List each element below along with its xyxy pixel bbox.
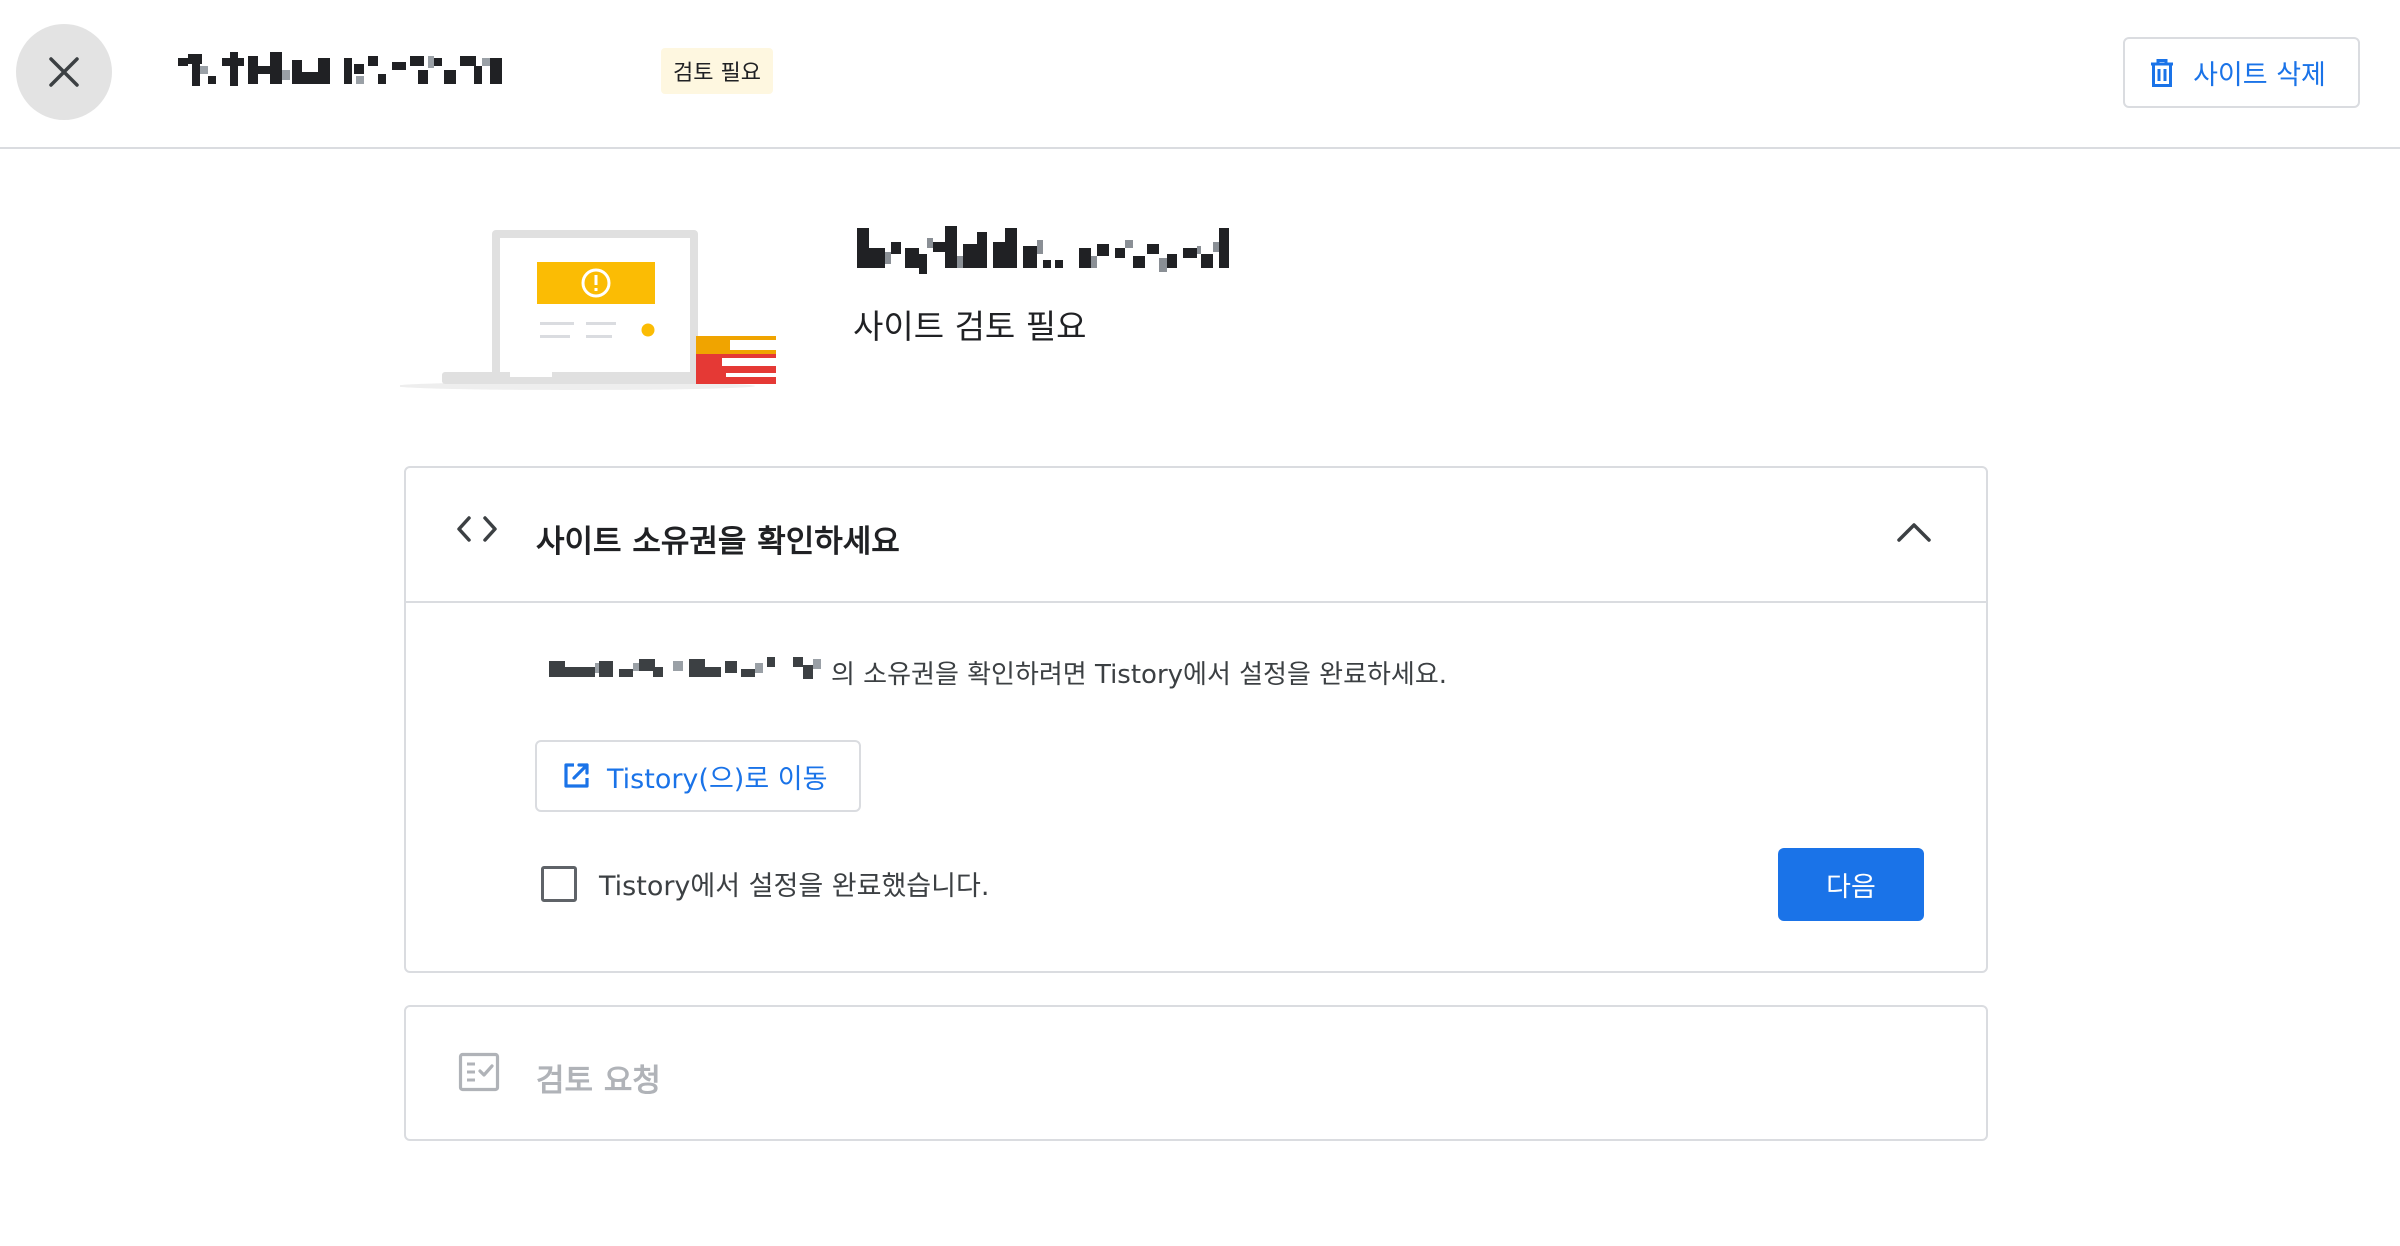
verify-ownership-card: 사이트 소유권을 확인하세요 의 소유권을 확인하려면 Tistory에서 설정…: [404, 466, 1988, 973]
top-bar: 검토 필요 사이트 삭제: [0, 0, 2400, 149]
review-request-card: 검토 요청: [404, 1005, 1988, 1141]
delete-site-label: 사이트 삭제: [2193, 60, 2326, 91]
goto-tistory-label: Tistory(으)로 이동: [607, 763, 828, 795]
site-domain-redacted: [857, 226, 1229, 274]
close-button[interactable]: [16, 24, 112, 120]
goto-tistory-button[interactable]: Tistory(으)로 이동: [535, 740, 861, 812]
status-badge: 검토 필요: [661, 48, 773, 94]
verify-ownership-title: 사이트 소유권을 확인하세요: [536, 524, 900, 560]
fact-check-icon: [458, 1052, 500, 1092]
site-name-redacted: [178, 52, 502, 86]
code-icon: [457, 516, 497, 542]
next-button[interactable]: 다음: [1778, 848, 1924, 921]
open-in-new-icon: [564, 763, 589, 788]
close-icon: [49, 57, 79, 87]
verify-description: 의 소유권을 확인하려면 Tistory에서 설정을 완료하세요.: [831, 660, 1448, 690]
laptop-warning-illustration: [400, 230, 776, 390]
description-site-redacted: [549, 657, 821, 679]
delete-site-button[interactable]: 사이트 삭제: [2123, 37, 2360, 108]
trash-icon: [2151, 58, 2174, 87]
chevron-up-icon[interactable]: [1896, 520, 1932, 544]
setup-complete-checkbox[interactable]: [541, 866, 577, 902]
site-status-heading: 사이트 검토 필요: [853, 307, 1087, 346]
verify-ownership-header[interactable]: 사이트 소유권을 확인하세요: [406, 468, 1986, 603]
setup-complete-label[interactable]: Tistory에서 설정을 완료했습니다.: [599, 864, 989, 903]
review-request-title: 검토 요청: [536, 1063, 661, 1099]
